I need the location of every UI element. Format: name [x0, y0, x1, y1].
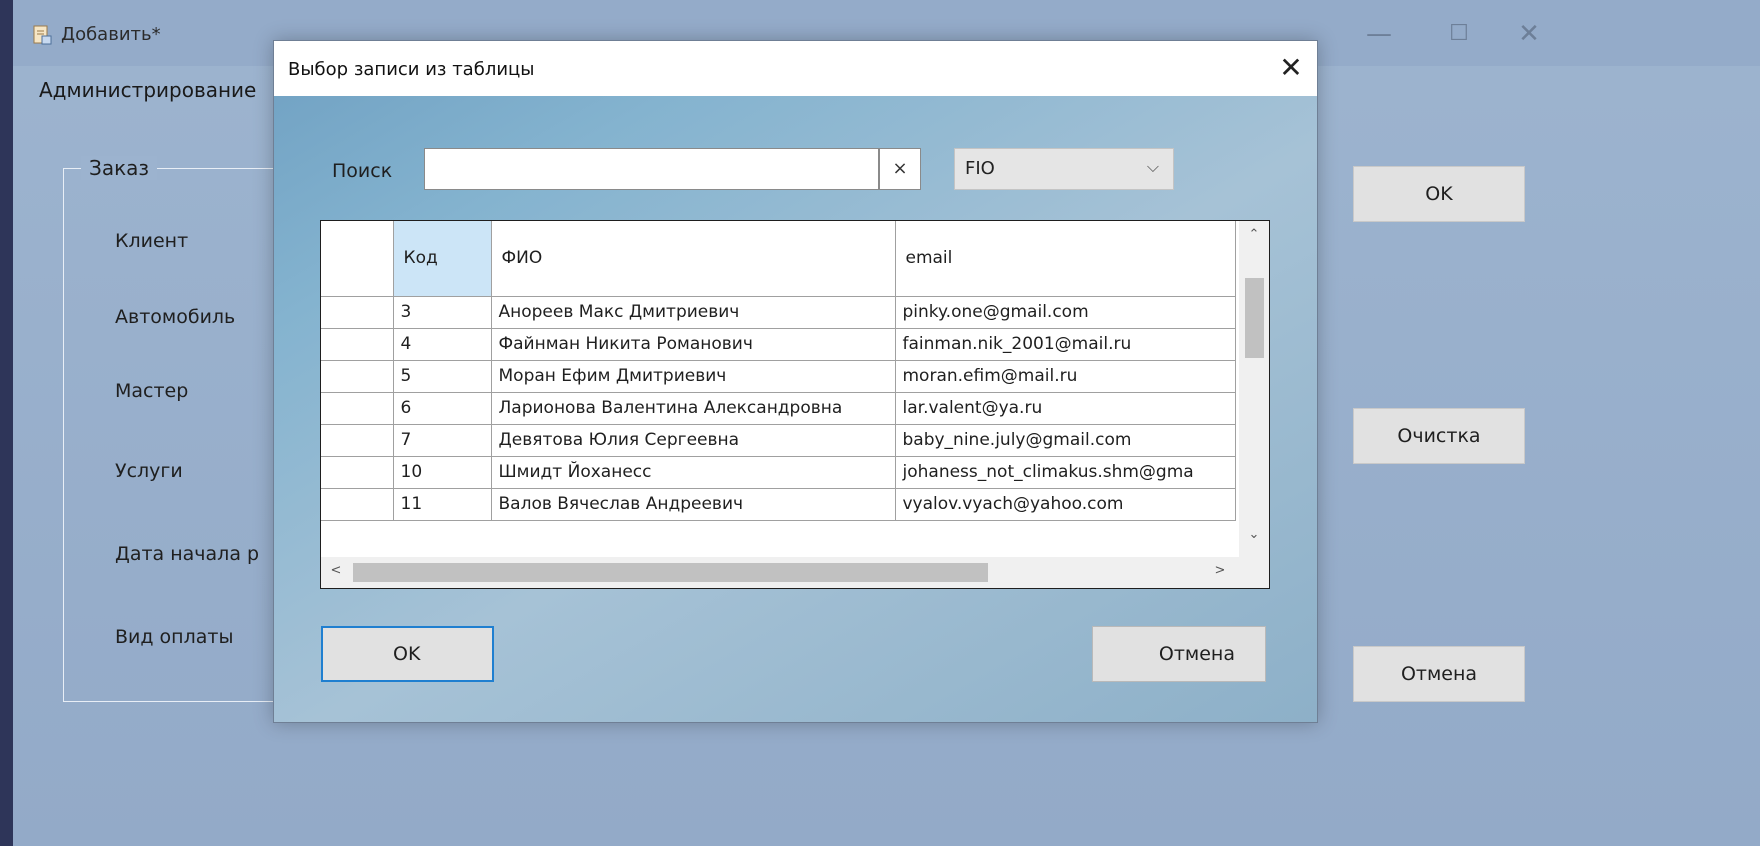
table-row[interactable]: 5 Моран Ефим Дмитриевич moran.efim@mail.…	[321, 359, 1236, 393]
cell-code[interactable]: 11	[392, 487, 492, 521]
cell-email[interactable]: johaness_not_climakus.shm@gma	[894, 455, 1236, 489]
client-label: Клиент	[115, 230, 189, 252]
row-header-cell[interactable]	[321, 423, 394, 457]
search-label: Поиск	[332, 160, 393, 182]
cell-code[interactable]: 10	[392, 455, 492, 489]
cell-code[interactable]: 4	[392, 327, 492, 361]
cell-fio[interactable]: Файнман Никита Романович	[490, 327, 896, 361]
cancel-button[interactable]: Отмена	[1353, 646, 1525, 702]
search-input[interactable]	[424, 148, 879, 190]
scroll-up-icon[interactable]: ⌃	[1239, 227, 1269, 242]
minimize-button[interactable]: —	[1359, 18, 1399, 50]
cell-code[interactable]: 6	[392, 391, 492, 425]
cell-email[interactable]: moran.efim@mail.ru	[894, 359, 1236, 393]
cell-code[interactable]: 5	[392, 359, 492, 393]
horizontal-scroll-thumb[interactable]	[353, 563, 988, 582]
menu-item-administration[interactable]: Администрирование	[39, 78, 256, 102]
close-window-button[interactable]: ✕	[1509, 18, 1549, 50]
table-row[interactable]: 6 Ларионова Валентина Александровна lar.…	[321, 391, 1236, 425]
car-label: Автомобиль	[115, 306, 236, 328]
cell-fio[interactable]: Девятова Юлия Сергеевна	[490, 423, 896, 457]
chevron-down-icon: ⌵	[1146, 157, 1159, 176]
cell-email[interactable]: vyalov.vyach@yahoo.com	[894, 487, 1236, 521]
table-row[interactable]: 7 Девятова Юлия Сергеевна baby_nine.july…	[321, 423, 1236, 457]
vertical-scroll-thumb[interactable]	[1245, 278, 1264, 358]
payment-type-label: Вид оплаты	[115, 626, 234, 648]
clear-button[interactable]: Очистка	[1353, 408, 1525, 464]
row-header-cell[interactable]	[321, 359, 394, 393]
window-title: Добавить*	[61, 24, 161, 45]
ok-button[interactable]: OK	[1353, 166, 1525, 222]
row-header-cell[interactable]	[321, 295, 394, 329]
table-row[interactable]: 10 Шмидт Йоханесс johaness_not_climakus.…	[321, 455, 1236, 489]
start-date-label: Дата начала р	[115, 543, 260, 565]
horizontal-scrollbar[interactable]: < >	[321, 557, 1269, 588]
cell-code[interactable]: 3	[392, 295, 492, 329]
cell-fio[interactable]: Валов Вячеслав Андреевич	[490, 487, 896, 521]
cell-email[interactable]: lar.valent@ya.ru	[894, 391, 1236, 425]
cell-fio[interactable]: Анореев Макс Дмитриевич	[490, 295, 896, 329]
scroll-left-icon[interactable]: <	[321, 563, 351, 578]
dialog-titlebar: Выбор записи из таблицы ✕	[274, 41, 1317, 96]
dialog-title: Выбор записи из таблицы	[288, 59, 535, 80]
table-row[interactable]: 11 Валов Вячеслав Андреевич vyalov.vyach…	[321, 487, 1236, 521]
dialog-close-button[interactable]: ✕	[1274, 51, 1308, 85]
cell-fio[interactable]: Ларионова Валентина Александровна	[490, 391, 896, 425]
cell-fio[interactable]: Моран Ефим Дмитриевич	[490, 359, 896, 393]
column-header-fio[interactable]: ФИО	[490, 221, 896, 297]
dialog-cancel-button[interactable]: Отмена	[1092, 626, 1266, 682]
records-grid[interactable]: Код ФИО email 3 Анореев Макс Дмитриевич …	[320, 220, 1270, 589]
services-label: Услуги	[115, 460, 183, 482]
table-row[interactable]: 3 Анореев Макс Дмитриевич pinky.one@gmai…	[321, 295, 1236, 329]
vertical-scrollbar[interactable]: ⌃ ⌄	[1239, 221, 1269, 558]
app-form-icon	[33, 25, 52, 45]
record-picker-dialog: Выбор записи из таблицы ✕ Поиск × FIO ⌵ …	[273, 40, 1318, 723]
column-header-email[interactable]: email	[894, 221, 1236, 297]
table-header-row: Код ФИО email	[321, 221, 1236, 297]
cell-email[interactable]: pinky.one@gmail.com	[894, 295, 1236, 329]
scroll-right-icon[interactable]: >	[1205, 563, 1235, 578]
records-table: Код ФИО email 3 Анореев Макс Дмитриевич …	[321, 221, 1236, 521]
dialog-ok-button[interactable]: OK	[321, 626, 494, 682]
table-row[interactable]: 4 Файнман Никита Романович fainman.nik_2…	[321, 327, 1236, 361]
cell-code[interactable]: 7	[392, 423, 492, 457]
column-header-code[interactable]: Код	[392, 221, 492, 297]
row-header-cell[interactable]	[321, 487, 394, 521]
search-field-select[interactable]: FIO ⌵	[954, 148, 1174, 190]
search-field-value: FIO	[965, 158, 995, 179]
row-header-cell[interactable]	[321, 455, 394, 489]
scroll-down-icon[interactable]: ⌄	[1239, 527, 1269, 542]
master-label: Мастер	[115, 380, 189, 402]
cell-email[interactable]: baby_nine.july@gmail.com	[894, 423, 1236, 457]
cell-email[interactable]: fainman.nik_2001@mail.ru	[894, 327, 1236, 361]
cell-fio[interactable]: Шмидт Йоханесс	[490, 455, 896, 489]
row-header-cell[interactable]	[321, 327, 394, 361]
order-group-title: Заказ	[81, 156, 158, 180]
maximize-button[interactable]: ☐	[1439, 18, 1479, 50]
search-clear-button[interactable]: ×	[879, 148, 921, 190]
scrollbar-corner	[1239, 557, 1269, 588]
row-header-cell[interactable]	[321, 391, 394, 425]
row-header-corner[interactable]	[321, 221, 394, 297]
